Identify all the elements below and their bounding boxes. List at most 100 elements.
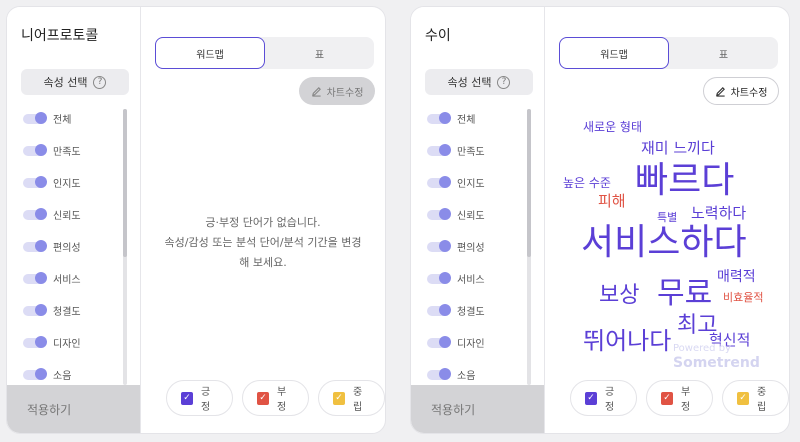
attribute-item[interactable]: 편의성	[427, 239, 485, 254]
toggle-switch[interactable]	[23, 303, 47, 316]
attribute-scrollbar-thumb[interactable]	[123, 109, 127, 257]
edit-chart-button[interactable]: 차트수정	[299, 77, 375, 105]
empty-message-line: 해 보세요.	[239, 256, 287, 269]
attribute-item[interactable]: 인지도	[427, 175, 485, 190]
right-main-area: 워드맵 표 차트수정 새로운 형태 재미 느끼다 높은 수준 빠르다 피해 특별…	[545, 7, 789, 433]
help-icon[interactable]: ?	[497, 75, 511, 89]
attribute-item[interactable]: 전체	[427, 111, 475, 126]
attribute-label: 전체	[457, 115, 476, 126]
help-icon[interactable]: ?	[93, 75, 107, 89]
word-cloud-term[interactable]: 보상	[599, 285, 639, 307]
legend-positive[interactable]: ✓ 긍정	[166, 380, 233, 416]
word-cloud-term[interactable]: 새로운 형태	[583, 121, 642, 133]
legend-neutral[interactable]: ✓ 중립	[318, 380, 385, 416]
attribute-label: 소음	[53, 371, 72, 382]
attribute-item[interactable]: 청결도	[427, 303, 485, 318]
tab-wordmap[interactable]: 워드맵	[155, 37, 265, 69]
left-panel-card: 니어프로토콜 속성 선택 ? 전체 만족도 인지도 신뢰도 편의성 서비스 청결…	[6, 6, 386, 434]
toggle-switch[interactable]	[23, 111, 47, 124]
toggle-switch[interactable]	[23, 335, 47, 348]
legend-neutral[interactable]: ✓ 중립	[722, 380, 789, 416]
attribute-select-button[interactable]: 속성 선택 ?	[425, 69, 533, 95]
word-cloud-term[interactable]: 서비스하다	[581, 225, 747, 261]
legend-label: 중립	[757, 387, 767, 413]
watermark-brand: Sometrend	[673, 355, 760, 371]
attribute-label: 신뢰도	[457, 211, 485, 222]
toggle-switch[interactable]	[23, 271, 47, 284]
legend-negative[interactable]: ✓ 부정	[242, 380, 309, 416]
attribute-label: 소음	[457, 371, 476, 382]
empty-state-message: 긍·부정 단어가 없습니다. 속성/감성 또는 분석 단어/분석 기간을 변경 …	[149, 213, 377, 273]
legend-negative[interactable]: ✓ 부정	[646, 380, 713, 416]
toggle-switch[interactable]	[427, 143, 451, 156]
word-cloud-term[interactable]: 높은 수준	[563, 177, 611, 189]
attribute-label: 인지도	[53, 179, 81, 190]
attribute-item[interactable]: 만족도	[427, 143, 485, 158]
watermark-caption: Powered by	[673, 343, 731, 354]
attribute-item[interactable]: 소음	[23, 367, 71, 382]
attribute-select-button[interactable]: 속성 선택 ?	[21, 69, 129, 95]
word-cloud-term[interactable]: 뛰어나다	[583, 329, 671, 353]
attribute-label: 디자인	[457, 339, 485, 350]
attribute-item[interactable]: 청결도	[23, 303, 81, 318]
attribute-scrollbar-thumb[interactable]	[527, 109, 531, 257]
attribute-label: 디자인	[53, 339, 81, 350]
legend-label: 중립	[353, 387, 363, 413]
word-cloud-term[interactable]: 재미 느끼다	[641, 141, 715, 156]
toggle-switch[interactable]	[23, 207, 47, 220]
toggle-switch[interactable]	[427, 111, 451, 124]
toggle-switch[interactable]	[427, 335, 451, 348]
empty-message-line: 속성/감성 또는 분석 단어/분석 기간을 변경	[164, 236, 362, 249]
attribute-label: 서비스	[53, 275, 81, 286]
word-cloud-term[interactable]: 노력하다	[691, 206, 746, 221]
toggle-switch[interactable]	[23, 239, 47, 252]
checkbox-icon[interactable]: ✓	[257, 391, 269, 405]
panel-title: 니어프로토콜	[21, 28, 99, 44]
checkbox-icon[interactable]: ✓	[333, 391, 345, 405]
attribute-item[interactable]: 인지도	[23, 175, 81, 190]
attribute-item[interactable]: 소음	[427, 367, 475, 382]
toggle-switch[interactable]	[427, 239, 451, 252]
attribute-item[interactable]: 편의성	[23, 239, 81, 254]
attribute-item[interactable]: 디자인	[427, 335, 485, 350]
word-cloud-term[interactable]: 비효율적	[723, 292, 763, 303]
attribute-item[interactable]: 서비스	[23, 271, 81, 286]
toggle-switch[interactable]	[427, 271, 451, 284]
pencil-icon	[311, 86, 321, 97]
attribute-item[interactable]: 서비스	[427, 271, 485, 286]
attribute-item[interactable]: 신뢰도	[23, 207, 81, 222]
attribute-label: 인지도	[457, 179, 485, 190]
attribute-item[interactable]: 만족도	[23, 143, 81, 158]
toggle-switch[interactable]	[23, 143, 47, 156]
checkbox-icon[interactable]: ✓	[585, 391, 597, 405]
sentiment-legend: ✓ 긍정 ✓ 부정 ✓ 중립	[166, 380, 385, 416]
word-cloud-term[interactable]: 피해	[598, 194, 626, 209]
toggle-switch[interactable]	[427, 303, 451, 316]
legend-label: 부정	[277, 387, 287, 413]
toggle-switch[interactable]	[427, 207, 451, 220]
right-panel-card: 수이 속성 선택 ? 전체 만족도 인지도 신뢰도 편의성 서비스 청결도 디자…	[410, 6, 790, 434]
attribute-item[interactable]: 디자인	[23, 335, 81, 350]
toggle-switch[interactable]	[427, 175, 451, 188]
attribute-item[interactable]: 전체	[23, 111, 71, 126]
tab-table[interactable]: 표	[265, 37, 374, 69]
attribute-label: 청결도	[457, 307, 485, 318]
checkbox-icon[interactable]: ✓	[661, 391, 673, 405]
legend-label: 긍정	[605, 387, 615, 413]
legend-positive[interactable]: ✓ 긍정	[570, 380, 637, 416]
apply-button[interactable]: 적용하기	[7, 385, 140, 433]
checkbox-icon[interactable]: ✓	[737, 391, 749, 405]
word-cloud-term[interactable]: 매력적	[717, 270, 756, 284]
toggle-switch[interactable]	[23, 175, 47, 188]
attribute-item[interactable]: 신뢰도	[427, 207, 485, 222]
attribute-label: 만족도	[457, 147, 485, 158]
word-cloud-term[interactable]: 무료	[657, 279, 712, 309]
word-cloud-term[interactable]: 빠르다	[635, 163, 734, 199]
attribute-label: 전체	[53, 115, 72, 126]
toggle-switch[interactable]	[427, 367, 451, 380]
checkbox-icon[interactable]: ✓	[181, 391, 193, 405]
toggle-switch[interactable]	[23, 367, 47, 380]
right-sidebar: 수이 속성 선택 ? 전체 만족도 인지도 신뢰도 편의성 서비스 청결도 디자…	[411, 7, 544, 433]
attribute-label: 신뢰도	[53, 211, 81, 222]
apply-button[interactable]: 적용하기	[411, 385, 544, 433]
